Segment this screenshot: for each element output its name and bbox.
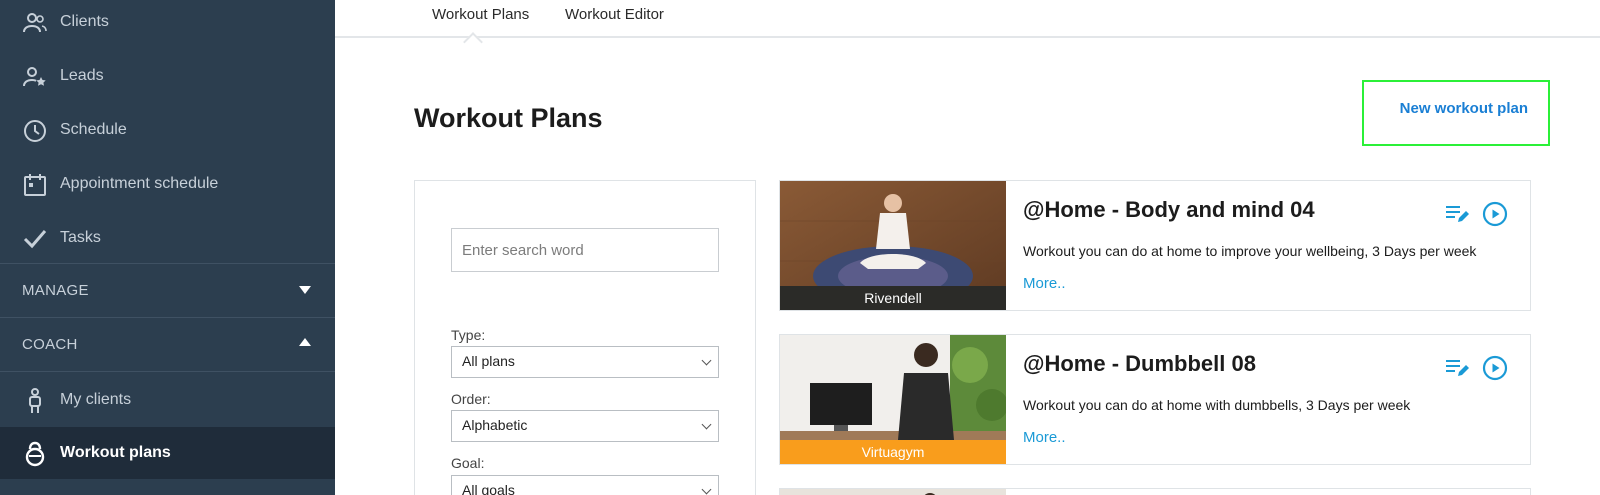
sidebar-item-label: Schedule bbox=[60, 121, 127, 138]
goal-select[interactable]: All goals bbox=[451, 475, 719, 495]
play-circle-icon[interactable] bbox=[1482, 201, 1508, 227]
more-link[interactable]: More.. bbox=[1023, 275, 1066, 292]
sidebar-section-manage[interactable]: MANAGE bbox=[0, 263, 335, 317]
plan-description: Workout you can do at home with dumbbell… bbox=[1023, 397, 1411, 413]
chevron-down-icon bbox=[701, 355, 712, 366]
person-icon bbox=[22, 388, 48, 414]
sidebar-divider bbox=[0, 371, 335, 372]
search-input[interactable] bbox=[451, 228, 719, 272]
plan-description: Workout you can do at home to improve yo… bbox=[1023, 243, 1477, 259]
type-select[interactable]: All plans bbox=[451, 346, 719, 378]
clock-icon bbox=[22, 118, 48, 144]
more-link[interactable]: More.. bbox=[1023, 429, 1066, 446]
app-root: Clients Leads Schedule Appointment sched… bbox=[0, 0, 1600, 495]
play-circle-icon[interactable] bbox=[1482, 355, 1508, 381]
plan-thumbnail[interactable]: Rivendell bbox=[780, 181, 1006, 310]
type-label: Type: bbox=[451, 327, 486, 343]
sidebar-section-coach[interactable]: COACH bbox=[0, 317, 335, 371]
new-workout-plan-button[interactable]: New workout plan bbox=[1362, 80, 1550, 146]
sidebar-item-label: My clients bbox=[60, 391, 132, 408]
section-label: MANAGE bbox=[22, 282, 89, 299]
plan-thumbnail[interactable]: Virtuagym bbox=[780, 335, 1006, 464]
sidebar-item-clients[interactable]: Clients bbox=[0, 0, 335, 48]
plan-source-label: Virtuagym bbox=[861, 444, 925, 460]
goal-label: Goal: bbox=[451, 455, 485, 471]
sidebar-item-label: Tasks bbox=[60, 229, 101, 246]
plan-title[interactable]: @Home - Body and mind 04 bbox=[1023, 197, 1315, 223]
page-title: Workout Plans bbox=[414, 103, 603, 133]
chevron-down-icon bbox=[701, 484, 712, 495]
sidebar-item-appointment-schedule[interactable]: Appointment schedule bbox=[0, 158, 335, 210]
plan-thumbnail[interactable] bbox=[780, 489, 1006, 495]
tab-workout-plans[interactable]: Workout Plans bbox=[432, 6, 529, 23]
sidebar-item-label: Clients bbox=[60, 13, 109, 30]
kettlebell-icon bbox=[22, 441, 48, 467]
users-icon bbox=[22, 10, 48, 36]
order-select-value: Alphabetic bbox=[462, 417, 528, 433]
user-star-icon bbox=[22, 64, 48, 90]
section-label: COACH bbox=[22, 336, 78, 353]
edit-list-icon[interactable] bbox=[1445, 357, 1469, 379]
workout-plan-card[interactable]: Rivendell @Home - Body and mind 04 Worko… bbox=[779, 180, 1531, 311]
tab-workout-editor[interactable]: Workout Editor bbox=[565, 6, 664, 23]
plan-source-label: Rivendell bbox=[864, 290, 922, 306]
goal-select-value: All goals bbox=[462, 482, 515, 495]
sidebar-item-my-clients[interactable]: My clients bbox=[0, 374, 335, 426]
sidebar-item-label: Leads bbox=[60, 67, 104, 84]
sidebar-item-label: Appointment schedule bbox=[60, 175, 219, 192]
edit-list-icon[interactable] bbox=[1445, 203, 1469, 225]
sidebar-item-label: Workout plans bbox=[60, 444, 171, 461]
sidebar-item-workout-plans[interactable]: Workout plans bbox=[0, 427, 335, 479]
sidebar-item-schedule[interactable]: Schedule bbox=[0, 104, 335, 156]
plan-source-caption: Rivendell bbox=[780, 286, 1006, 310]
caret-up-icon bbox=[299, 338, 311, 346]
caret-down-icon bbox=[299, 286, 311, 294]
sidebar-item-leads[interactable]: Leads bbox=[0, 50, 335, 102]
type-select-value: All plans bbox=[462, 353, 515, 369]
workout-plan-card[interactable] bbox=[779, 488, 1531, 495]
sidebar-item-tasks[interactable]: Tasks bbox=[0, 212, 335, 264]
order-select[interactable]: Alphabetic bbox=[451, 410, 719, 442]
order-label: Order: bbox=[451, 391, 491, 407]
chevron-down-icon bbox=[701, 419, 712, 430]
check-icon bbox=[22, 226, 48, 252]
sidebar: Clients Leads Schedule Appointment sched… bbox=[0, 0, 335, 495]
plan-title[interactable]: @Home - Dumbbell 08 bbox=[1023, 351, 1256, 377]
calendar-icon bbox=[22, 172, 48, 198]
workout-plan-card[interactable]: Virtuagym @Home - Dumbbell 08 Workout yo… bbox=[779, 334, 1531, 465]
filter-panel: Type: All plans Order: Alphabetic Goal: … bbox=[414, 180, 756, 495]
top-tab-bar: Workout Plans Workout Editor bbox=[335, 0, 1600, 38]
plan-source-caption: Virtuagym bbox=[780, 440, 1006, 464]
